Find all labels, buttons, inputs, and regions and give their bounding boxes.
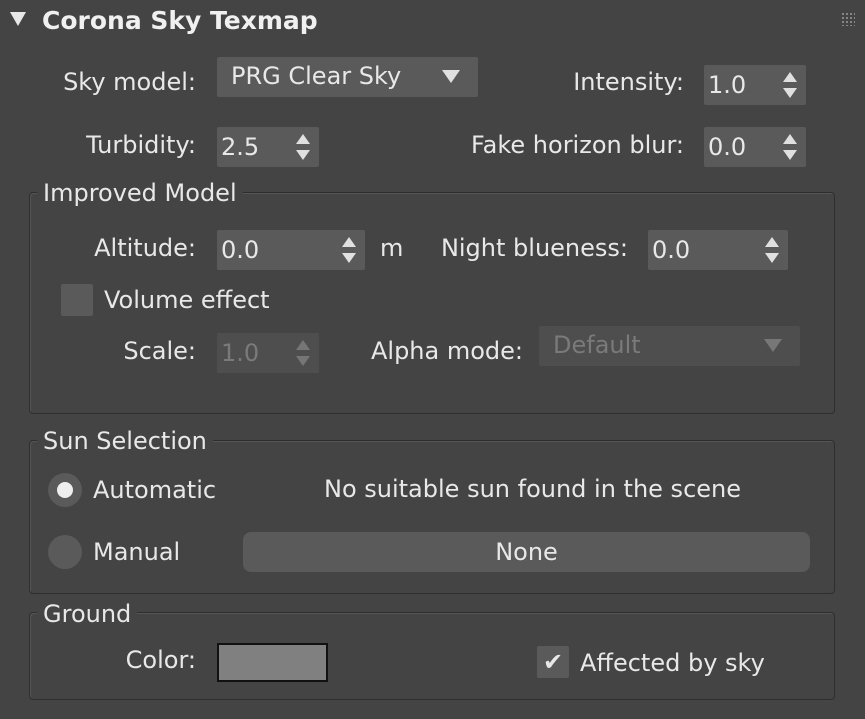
manual-radio[interactable] [48, 535, 82, 569]
affected-by-sky-checkbox[interactable]: ✔ [537, 646, 569, 678]
drag-grip-icon[interactable] [841, 12, 855, 26]
fake-horizon-blur-spinner[interactable]: 0.0 [704, 127, 806, 167]
ground-color-swatch[interactable] [217, 643, 328, 682]
collapse-arrow-icon[interactable] [10, 12, 26, 26]
scale-label: Scale: [123, 337, 196, 365]
automatic-radio[interactable] [48, 473, 82, 507]
affected-by-sky-label[interactable]: Affected by sky [580, 648, 765, 678]
night-blueness-spinner[interactable]: 0.0 [648, 230, 788, 270]
fake-horizon-blur-value[interactable]: 0.0 [708, 133, 746, 161]
alpha-mode-dropdown[interactable]: Default [539, 326, 800, 366]
volume-effect-label[interactable]: Volume effect [104, 285, 270, 315]
scale-spinner[interactable]: 1.0 [217, 333, 319, 373]
altitude-spinner[interactable]: 0.0 [217, 230, 365, 270]
sun-selection-title: Sun Selection [37, 426, 213, 456]
spinner-arrows-icon[interactable] [296, 340, 310, 366]
sky-model-value: PRG Clear Sky [231, 62, 402, 90]
chevron-down-icon [764, 339, 782, 352]
pick-sun-button[interactable]: None [243, 532, 810, 572]
automatic-label[interactable]: Automatic [93, 475, 216, 505]
sun-status-text: No suitable sun found in the scene [324, 475, 741, 503]
intensity-spinner[interactable]: 1.0 [704, 65, 806, 105]
sky-model-dropdown[interactable]: PRG Clear Sky [217, 57, 478, 97]
altitude-value[interactable]: 0.0 [221, 236, 259, 264]
manual-label[interactable]: Manual [93, 537, 180, 567]
spinner-arrows-icon[interactable] [296, 134, 310, 160]
checkmark-icon: ✔ [543, 648, 564, 676]
intensity-value[interactable]: 1.0 [708, 71, 746, 99]
night-blueness-value[interactable]: 0.0 [652, 236, 690, 264]
chevron-down-icon [442, 70, 460, 83]
sky-model-label: Sky model: [63, 68, 196, 96]
ground-color-label: Color: [125, 646, 196, 674]
volume-effect-checkbox[interactable] [61, 284, 93, 316]
spinner-arrows-icon[interactable] [783, 72, 797, 98]
intensity-label: Intensity: [573, 68, 684, 96]
scale-value[interactable]: 1.0 [221, 339, 259, 367]
improved-model-title: Improved Model [37, 178, 243, 208]
turbidity-label: Turbidity: [86, 131, 196, 159]
turbidity-spinner[interactable]: 2.5 [217, 127, 319, 167]
alpha-mode-label: Alpha mode: [370, 337, 523, 365]
altitude-unit: m [380, 234, 404, 262]
spinner-arrows-icon[interactable] [342, 237, 356, 263]
altitude-label: Altitude: [94, 234, 196, 262]
radio-selected-dot-icon [57, 482, 73, 498]
spinner-arrows-icon[interactable] [765, 237, 779, 263]
ground-title: Ground [37, 599, 138, 629]
panel-title[interactable]: Corona Sky Texmap [42, 4, 318, 38]
spinner-arrows-icon[interactable] [783, 134, 797, 160]
night-blueness-label: Night blueness: [440, 234, 628, 262]
alpha-mode-value: Default [553, 331, 641, 359]
turbidity-value[interactable]: 2.5 [221, 133, 259, 161]
fake-horizon-blur-label: Fake horizon blur: [471, 131, 684, 159]
